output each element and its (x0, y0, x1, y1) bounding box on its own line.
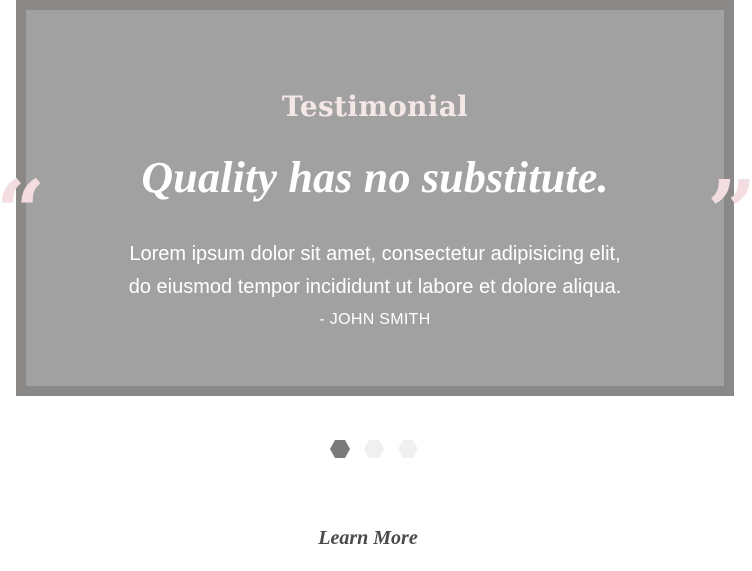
testimonial-frame: Testimonial Quality has no substitute. L… (16, 0, 734, 396)
hexagon-icon (330, 440, 350, 458)
close-quote-icon: ” (707, 162, 752, 263)
testimonial-author: - JOHN SMITH (319, 311, 431, 328)
testimonial-body-line-2: do eiusmod tempor incididunt ut labore e… (128, 276, 622, 298)
testimonial-panel: Testimonial Quality has no substitute. L… (26, 10, 724, 386)
testimonial-body-line-1: Lorem ipsum dolor sit amet, consectetur … (129, 243, 621, 265)
testimonial-headline: Quality has no substitute. (141, 153, 609, 202)
carousel-dot-1[interactable] (330, 440, 350, 458)
hexagon-icon (364, 440, 384, 458)
section-title: Testimonial (281, 90, 469, 123)
carousel-dot-2[interactable] (364, 440, 384, 458)
open-quote-icon: “ (0, 162, 46, 263)
testimonial-body: Lorem ipsum dolor sit amet, consectetur … (26, 238, 724, 304)
hexagon-icon (398, 440, 418, 458)
carousel-dot-3[interactable] (398, 440, 418, 458)
learn-more-link[interactable]: Learn More (0, 527, 736, 550)
